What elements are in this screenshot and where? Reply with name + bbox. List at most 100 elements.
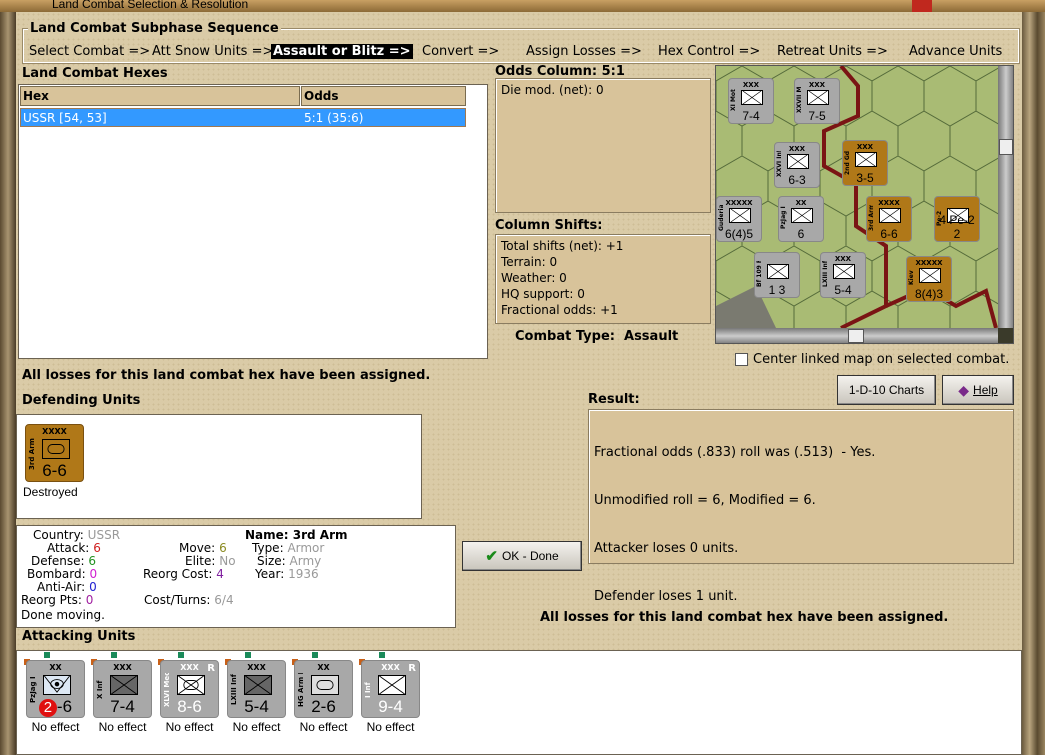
reorgcost-label: Reorg Cost: [143,567,213,581]
close-button[interactable] [912,0,932,12]
type-value: Armor [287,541,325,555]
defending-unit-counter[interactable]: XXXX 3rd Arm 6-6 [25,424,84,482]
unit-strength: 9-4 [362,697,419,717]
map-unit-counter[interactable]: XXX XXVII Mot 7-5 [794,78,840,124]
unit-symbol-icon [741,90,763,105]
shift-total: Total shifts (net): +1 [501,239,624,253]
supply-marker-icon [312,652,318,658]
window-title: Land Combat Selection & Resolution [52,0,249,11]
move-label: Move: [179,541,216,555]
size-label: Size: [257,554,286,568]
strength-value: 7-4 [110,697,135,716]
column-header-odds[interactable]: Odds [301,86,466,106]
map-unit-counter[interactable]: XXX 2nd Gd Cav 3-5 [842,140,888,186]
unit-strength: 2-6 [295,697,352,717]
result-box: Fractional odds (.833) roll was (.513) -… [588,409,1014,604]
shift-hq: HQ support: 0 [501,287,585,301]
unit-size: XX [317,663,330,672]
supply-marker-icon [379,652,385,658]
reorgcost-value: 4 [216,567,224,581]
attacking-unit-counter[interactable]: XXX I Inf 9-4 R [361,660,420,718]
attacking-unit-counter[interactable]: XX HG Arm Div 2-6 [294,660,353,718]
subphase-step: Hex Control => [658,44,761,59]
unit-symbol-icon [767,264,789,279]
losses-message-left: All losses for this land combat hex have… [22,368,431,383]
attacking-unit-counter[interactable]: XXX LXIII Inf 5-4 [227,660,286,718]
unit-name-value: Name: 3rd Arm [245,528,348,542]
combat-type: Combat Type: Assault [515,329,679,344]
subphase-step: Assign Losses => [526,44,642,59]
result-line: Attacker loses 0 units. [594,541,739,556]
attacking-unit-counter[interactable]: XX PzJag I 2 -6 [26,660,85,718]
antiair-value: 0 [89,580,97,594]
elite-value: No [219,554,236,568]
unit-strength: 4 Pe-2 2 [939,213,975,241]
result-title: Result: [588,392,640,407]
map-unit-counter[interactable]: XXXXX Guderian 6(4)5 [716,196,762,242]
year-label: Year: [255,567,285,581]
unit-strength: 2-6 [27,697,84,717]
map-horizontal-scrollbar[interactable] [716,328,998,343]
subphase-steps: Select Combat => Att Snow Units => Assault… [29,44,1019,60]
map-vscroll-thumb[interactable] [999,139,1013,155]
attacking-unit-status: No effect [299,720,348,734]
help-button[interactable]: ◆ Help [942,375,1014,405]
country-label: Country: [33,528,84,542]
attacking-units-box: XX PzJag I 2 -6 No effect XXX X Inf 7-4 No… [16,650,1022,755]
supply-marker-icon [178,652,184,658]
unit-symbol-icon [833,264,855,279]
unit-strength: 3-5 [856,171,874,185]
bombard-label: Bombard: [27,567,86,581]
table-row[interactable]: USSR [54, 53] 5:1 (35:6) [20,108,466,127]
type-label: Type: [252,541,284,555]
map-unit-counter[interactable]: XXX LXIII Inf 5-4 [820,252,866,298]
map-view[interactable]: XXX XI Mot 7-4 XXX XXVII Mot 7-5 XXX XXVI … [715,65,1014,344]
column-header-hex[interactable]: Hex [20,86,300,106]
antiair-label: Anti-Air: [37,580,86,594]
unit-strength: 6 [797,227,805,241]
strength-value: 9-4 [378,697,403,716]
ok-done-button[interactable]: ✔ OK - Done [462,541,582,571]
result-line: Defender loses 1 unit. [594,589,738,604]
subphase-step: Assault or Blitz => [271,44,413,59]
map-unit-counter[interactable]: XX PzJag I 6 [778,196,824,242]
costturns-value: 6/4 [214,593,234,607]
unit-strength: 6(4)5 [724,227,753,241]
center-map-checkbox[interactable] [735,353,748,366]
bombard-value: 0 [89,567,98,581]
cell-hex: USSR [54, 53] [23,111,107,125]
map-unit-counter[interactable]: Bf 109 F-4 1 3 [754,252,800,298]
map-unit-counter[interactable]: XXX XXVI Inf 6-3 [774,142,820,188]
unit-strength: 6-6 [42,461,67,480]
attacking-unit-status: No effect [366,720,415,734]
unit-status: Done moving. [21,608,105,622]
supply-marker-icon [111,652,117,658]
cell-odds: 5:1 (35:6) [304,111,364,125]
attacking-unit-counter[interactable]: XXX XLVI Mech 8-6 R [160,660,219,718]
attacking-unit-status: No effect [98,720,147,734]
unit-symbol-icon [787,154,809,169]
charts-button[interactable]: 1-D-10 Charts [837,375,936,405]
hexes-title: Land Combat Hexes [22,66,168,81]
unit-strength: 6-6 [880,227,898,241]
unit-symbol-icon [110,675,138,695]
map-unit-counter[interactable]: XXXX 3rd Arm 6-6 [866,196,912,242]
column-shifts-box: Total shifts (net): +1 Terrain: 0 Weathe… [495,234,711,324]
book-icon: ◆ [958,381,970,398]
map-vertical-scrollbar[interactable] [998,66,1013,328]
odds-column-title: Odds Column: 5:1 [495,64,625,79]
strength-value: 2-6 [311,697,336,716]
map-unit-counter[interactable]: XXX XI Mot 7-4 [728,78,774,124]
unit-size: XXX [113,663,132,672]
attacking-unit-status: No effect [232,720,281,734]
elite-label: Elite: [185,554,216,568]
reorgpts-label: Reorg Pts: [21,593,82,607]
unit-strength: 6-3 [788,173,806,187]
unit-symbol-icon [177,675,205,695]
map-unit-counter[interactable]: XXXXX Kiev 8(4)3 [906,256,952,302]
map-hscroll-thumb[interactable] [848,329,864,343]
attacking-unit-counter[interactable]: XXX X Inf 7-4 [93,660,152,718]
map-unit-counter[interactable]: Pe-2 4 Pe-2 2 [934,196,980,242]
unit-strength: 5-4 [834,283,852,297]
unit-symbol-icon [855,152,877,167]
